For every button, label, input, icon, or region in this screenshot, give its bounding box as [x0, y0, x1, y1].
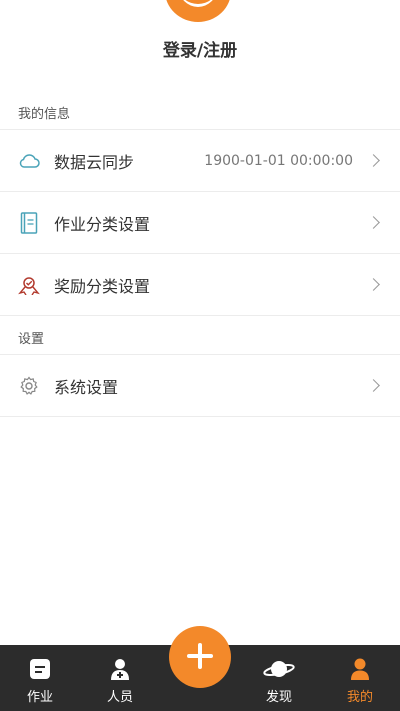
notebook-icon [17, 211, 41, 235]
tab-homework[interactable]: 作业 [5, 658, 75, 705]
row-label: 数据云同步 [54, 152, 135, 172]
tab-mine[interactable]: 我的 [325, 658, 395, 705]
row-label: 作业分类设置 [54, 214, 151, 234]
chevron-right-icon [367, 278, 380, 291]
row-data-cloud-sync[interactable]: 数据云同步 1900-01-01 00:00:00 [0, 129, 400, 191]
tab-label: 我的 [346, 690, 373, 705]
section-title-settings: 设置 [18, 332, 45, 347]
tab-label: 作业 [26, 690, 53, 705]
plus-icon [187, 642, 213, 672]
tab-label: 发现 [265, 690, 292, 705]
section-title-my-info: 我的信息 [18, 107, 71, 122]
chevron-right-icon [367, 216, 380, 229]
ribbon-icon [17, 273, 41, 297]
row-system-settings[interactable]: 系统设置 [0, 354, 400, 416]
tab-people[interactable]: 人员 [85, 658, 155, 705]
gear-icon [17, 374, 41, 398]
chevron-right-icon [367, 379, 380, 392]
chevron-right-icon [367, 154, 380, 167]
user-icon [349, 658, 371, 684]
add-person-icon [108, 658, 132, 684]
avatar[interactable] [165, 0, 231, 22]
row-reward-category-settings[interactable]: 奖励分类设置 [0, 253, 400, 315]
divider [0, 416, 400, 417]
homework-icon [29, 658, 51, 684]
divider [0, 315, 400, 316]
row-label: 奖励分类设置 [54, 276, 151, 296]
row-homework-category-settings[interactable]: 作业分类设置 [0, 191, 400, 253]
tab-label: 人员 [106, 690, 133, 705]
planet-icon [262, 658, 296, 684]
row-label: 系统设置 [54, 377, 119, 397]
last-sync-time: 1900-01-01 00:00:00 [204, 152, 353, 169]
add-button[interactable] [169, 626, 231, 688]
tab-discover[interactable]: 发现 [244, 658, 314, 705]
cloud-icon [17, 149, 41, 173]
login-register-link[interactable]: 登录/注册 [0, 36, 400, 61]
